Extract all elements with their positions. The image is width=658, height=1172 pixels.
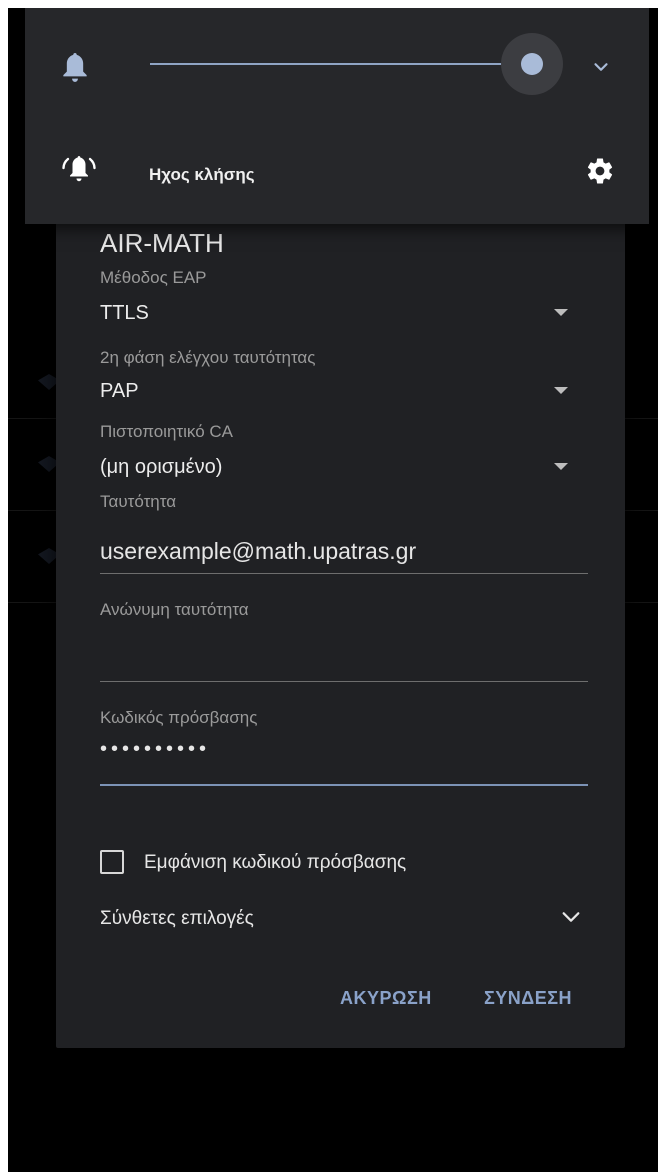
volume-panel: Ηχος κλήσης bbox=[25, 8, 649, 224]
network-name-title: AIR-MATH bbox=[100, 228, 224, 258]
chevron-down-icon[interactable] bbox=[590, 56, 612, 78]
password-label: Κωδικός πρόσβασης bbox=[100, 708, 258, 727]
gear-icon[interactable] bbox=[585, 156, 615, 186]
ringtone-label: Ηχος κλήσης bbox=[149, 165, 255, 184]
wifi-network-dialog: AIR-MATH Μέθοδος EAP TTLS 2η φάση ελέγχο… bbox=[56, 158, 625, 1048]
show-password-label[interactable]: Εμφάνιση κωδικού πρόσβασης bbox=[144, 852, 406, 874]
phase2-auth-value: PAP bbox=[100, 380, 139, 402]
anonymous-identity-input[interactable] bbox=[100, 638, 588, 682]
phase2-auth-spinner[interactable]: PAP bbox=[100, 374, 590, 408]
eap-method-value: TTLS bbox=[100, 302, 149, 324]
chevron-down-icon[interactable] bbox=[560, 906, 582, 928]
volume-slider-thumb[interactable] bbox=[521, 53, 543, 75]
identity-input[interactable] bbox=[100, 530, 588, 574]
password-masked-value: •••••••••• bbox=[100, 738, 211, 760]
advanced-options-label[interactable]: Σύνθετες επιλογές bbox=[100, 908, 254, 930]
dropdown-arrow-icon bbox=[554, 309, 568, 316]
anonymous-identity-label: Ανώνυμη ταυτότητα bbox=[100, 600, 249, 619]
phone-screen: AIR-MATH Μέθοδος EAP TTLS 2η φάση ελέγχο… bbox=[8, 8, 658, 1172]
eap-method-label: Μέθοδος EAP bbox=[100, 268, 207, 287]
dropdown-arrow-icon bbox=[554, 387, 568, 394]
eap-method-spinner[interactable]: TTLS bbox=[100, 296, 590, 330]
bell-icon[interactable] bbox=[61, 50, 89, 84]
dropdown-arrow-icon bbox=[554, 463, 568, 470]
connect-button[interactable]: ΣΥΝΔΕΣΗ bbox=[484, 988, 572, 1009]
cancel-button[interactable]: ΑΚΥΡΩΣΗ bbox=[340, 988, 432, 1009]
identity-label: Ταυτότητα bbox=[100, 492, 177, 511]
ca-certificate-label: Πιστοποιητικό CA bbox=[100, 422, 233, 441]
ca-certificate-spinner[interactable]: (μη ορισμένο) bbox=[100, 450, 590, 484]
ringing-bell-icon[interactable] bbox=[59, 153, 99, 189]
phase2-auth-label: 2η φάση ελέγχου ταυτότητας bbox=[100, 348, 316, 367]
ca-certificate-value: (μη ορισμένο) bbox=[100, 456, 223, 478]
volume-slider-track[interactable] bbox=[150, 63, 535, 65]
show-password-checkbox[interactable] bbox=[100, 850, 124, 874]
